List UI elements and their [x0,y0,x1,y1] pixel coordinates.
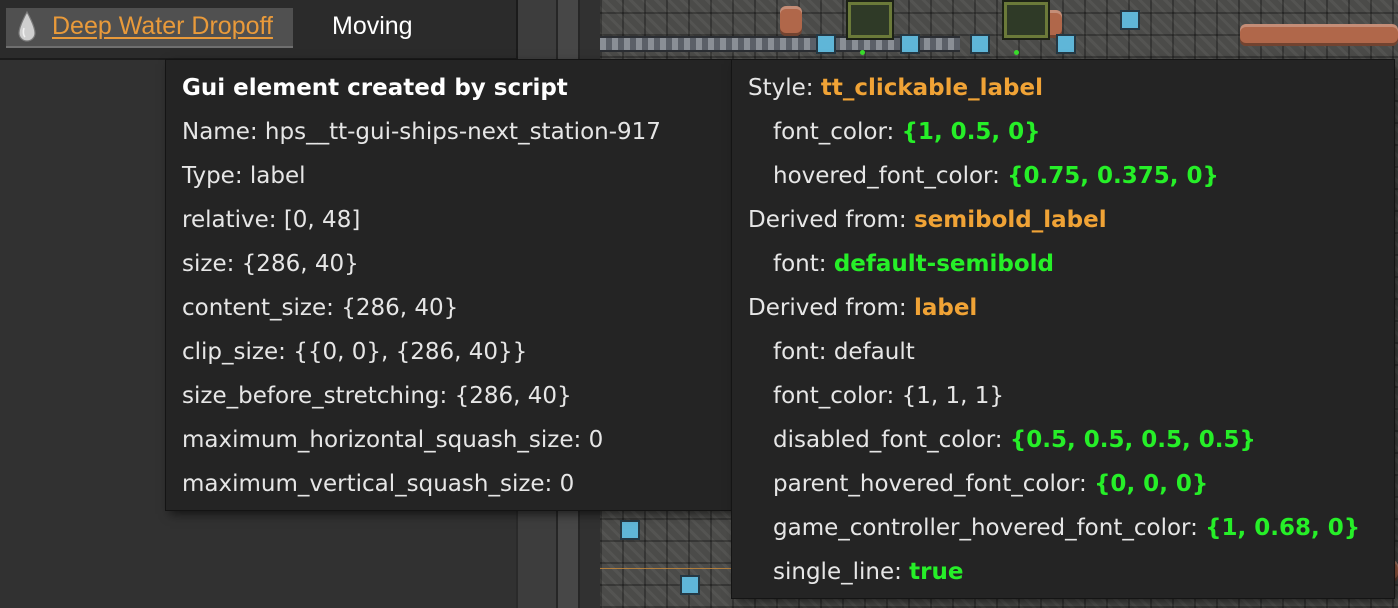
pipe [780,6,802,36]
prop-key: Name: [182,119,258,145]
prop-value: label [249,163,306,189]
prop-key: maximum_horizontal_squash_size: [182,427,582,453]
prop-value: {1, 0.68, 0} [1205,515,1361,541]
prop-key: content_size: [182,295,334,321]
prop-value: [0, 48] [283,207,361,233]
derived-key: Derived from: [748,295,907,321]
prop-value: {1, 0.5, 0} [901,119,1041,145]
prop-key: maximum_vertical_squash_size: [182,471,553,497]
prop-value: hps__tt-gui-ships-next_station-917 [264,119,661,145]
storage-box [970,34,990,54]
storage-box [816,34,836,54]
prop-key: parent_hovered_font_color: [773,471,1087,497]
gui-inspector-tooltip: Gui element created by script Name: hps_… [166,60,732,510]
prop-key: game_controller_hovered_font_color: [773,515,1198,541]
style-prop: font_color: {1, 0.5, 0} [773,118,1041,146]
prop-value: {286, 40} [241,251,359,277]
machine [1002,0,1050,40]
status-dot [860,50,865,55]
prop-key: single_line: [773,559,902,585]
derived-key: Derived from: [748,207,907,233]
prop-value: {1, 1, 1} [901,383,1004,409]
wire [600,568,732,569]
prop-key: size: [182,251,235,277]
prop-value: default-semibold [833,251,1054,277]
prop-relative: relative: [0, 48] [182,206,360,234]
derived-header: Derived from: semibold_label [748,206,1107,234]
style-prop: font: default [773,338,915,366]
prop-key: Type: [182,163,243,189]
next-station-label[interactable]: Deep Water Dropoff [52,12,273,41]
derived-header: Derived from: label [748,294,977,322]
derived-style-name: label [913,295,978,321]
machine [846,0,894,40]
style-prop: parent_hovered_font_color: {0, 0, 0} [773,470,1208,498]
prop-key: size_before_stretching: [182,383,448,409]
water-drop-icon [18,10,36,42]
prop-size: size: {286, 40} [182,250,359,278]
style-prop: font: default-semibold [773,250,1054,278]
tooltip-title: Gui element created by script [182,75,568,101]
prop-value: {0.5, 0.5, 0.5, 0.5} [1009,427,1256,453]
status-dot [1014,50,1019,55]
prop-size-before-stretching: size_before_stretching: {286, 40} [182,382,572,410]
prop-key: font: [773,339,827,365]
prop-key: hovered_font_color: [773,163,1000,189]
prop-key: relative: [182,207,277,233]
prop-key: font_color: [773,383,895,409]
storage-box [680,575,700,595]
prop-value: {286, 40} [341,295,459,321]
prop-content-size: content_size: {286, 40} [182,294,458,322]
ship-status-label: Moving [332,12,413,40]
prop-max-horizontal-squash: maximum_horizontal_squash_size: 0 [182,426,603,454]
style-prop: hovered_font_color: {0.75, 0.375, 0} [773,162,1219,190]
style-name: tt_clickable_label [820,75,1043,101]
prop-clip-size: clip_size: {{0, 0}, {286, 40}} [182,338,527,366]
prop-key: font: [773,251,827,277]
prop-value: 0 [588,427,604,453]
prop-value: {0.75, 0.375, 0} [1007,163,1219,189]
style-prop: disabled_font_color: {0.5, 0.5, 0.5, 0.5… [773,426,1256,454]
style-prop: single_line: true [773,558,963,586]
prop-value: {286, 40} [454,383,572,409]
ship-row: Deep Water Dropoff Moving [0,0,518,60]
prop-name: Name: hps__tt-gui-ships-next_station-917 [182,118,661,146]
prop-value: default [833,339,915,365]
prop-value: {{0, 0}, {286, 40}} [293,339,528,365]
style-key: Style: [748,75,814,101]
prop-value: true [909,559,964,585]
style-inspector-tooltip: Style: tt_clickable_label font_color: {1… [732,60,1394,598]
storage-box [900,34,920,54]
pipe [1240,24,1398,46]
prop-key: clip_size: [182,339,286,365]
prop-type: Type: label [182,162,306,190]
storage-box [620,520,640,540]
derived-style-name: semibold_label [913,207,1107,233]
style-header: Style: tt_clickable_label [748,74,1043,102]
prop-key: font_color: [773,119,895,145]
style-prop: font_color: {1, 1, 1} [773,382,1004,410]
storage-box [1120,10,1140,30]
prop-value: 0 [559,471,575,497]
prop-value: {0, 0, 0} [1094,471,1209,497]
style-prop: game_controller_hovered_font_color: {1, … [773,514,1360,542]
prop-key: disabled_font_color: [773,427,1003,453]
storage-box [1056,34,1076,54]
prop-max-vertical-squash: maximum_vertical_squash_size: 0 [182,470,574,498]
